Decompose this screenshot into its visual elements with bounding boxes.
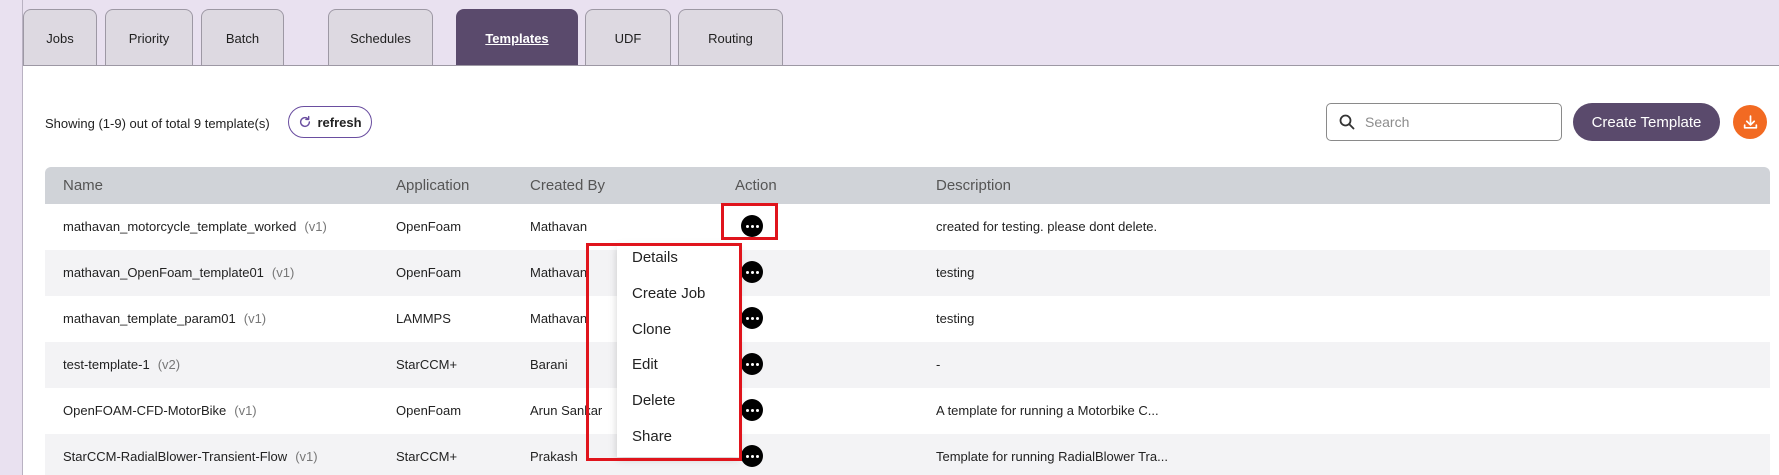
template-name[interactable]: mathavan_template_param01 xyxy=(63,311,236,326)
templates-table: Name Application Created By Action Descr… xyxy=(45,167,1770,475)
table-row: mathavan_OpenFoam_template01 (v1) OpenFoa… xyxy=(45,250,1770,296)
template-name[interactable]: OpenFOAM-CFD-MotorBike xyxy=(63,403,226,418)
template-application: LAMMPS xyxy=(396,311,451,326)
menu-item-share[interactable]: Share xyxy=(632,428,672,445)
more-horizontal-icon[interactable] xyxy=(741,261,763,283)
header-application: Application xyxy=(396,177,470,194)
search-icon xyxy=(1339,114,1355,130)
table-row: OpenFOAM-CFD-MotorBike (v1) OpenFoam Arun… xyxy=(45,388,1770,434)
template-version: (v1) xyxy=(304,219,327,234)
search-input[interactable] xyxy=(1365,114,1545,130)
action-menu: Details Create Job Clone Edit Delete Sha… xyxy=(617,245,739,457)
header-action: Action xyxy=(735,177,777,194)
table-row: StarCCM-RadialBlower-Transient-Flow (v1) … xyxy=(45,434,1770,475)
header-description: Description xyxy=(936,177,1012,194)
download-button[interactable] xyxy=(1733,105,1767,139)
template-created-by: Mathavan xyxy=(530,265,588,280)
create-template-button[interactable]: Create Template xyxy=(1573,103,1720,141)
menu-item-edit[interactable]: Edit xyxy=(632,356,658,373)
template-created-by: Mathavan xyxy=(530,311,588,326)
template-description: A template for running a Motorbike C... xyxy=(936,403,1159,418)
refresh-button[interactable]: refresh xyxy=(288,106,372,138)
tab-templates[interactable]: Templates xyxy=(456,9,578,66)
template-name[interactable]: test-template-1 xyxy=(63,357,150,372)
menu-item-delete[interactable]: Delete xyxy=(632,392,675,409)
menu-item-details[interactable]: Details xyxy=(632,249,678,266)
header-created-by: Created By xyxy=(530,177,606,194)
template-name[interactable]: StarCCM-RadialBlower-Transient-Flow xyxy=(63,449,287,464)
tab-priority[interactable]: Priority xyxy=(105,9,193,66)
template-version: (v1) xyxy=(243,311,267,326)
table-row: mathavan_template_param01 (v1) LAMMPS Mat… xyxy=(45,296,1770,342)
template-created-by: Barani xyxy=(530,357,568,372)
more-horizontal-icon[interactable] xyxy=(741,307,763,329)
template-application: StarCCM+ xyxy=(396,449,458,464)
template-version: (v2) xyxy=(157,357,181,372)
menu-item-create-job[interactable]: Create Job xyxy=(632,285,705,302)
template-name[interactable]: mathavan_OpenFoam_template01 xyxy=(63,265,264,280)
template-description: testing xyxy=(936,265,975,280)
more-horizontal-icon[interactable] xyxy=(741,399,763,421)
tab-batch[interactable]: Batch xyxy=(201,9,284,66)
template-created-by: Mathavan xyxy=(530,219,588,234)
template-name[interactable]: mathavan_motorcycle_template_worked xyxy=(63,219,296,234)
template-description: Template for running RadialBlower Tra... xyxy=(936,449,1168,464)
template-application: StarCCM+ xyxy=(396,357,458,372)
left-edge xyxy=(0,0,23,475)
search-field[interactable] xyxy=(1326,103,1562,141)
tab-schedules[interactable]: Schedules xyxy=(328,9,433,66)
template-description: created for testing. please dont delete. xyxy=(936,219,1158,234)
refresh-icon xyxy=(300,115,311,128)
more-horizontal-icon[interactable] xyxy=(741,353,763,375)
template-version: (v1) xyxy=(295,449,318,464)
refresh-label: refresh xyxy=(317,114,362,130)
template-created-by: Arun Sankar xyxy=(530,403,603,418)
more-horizontal-icon[interactable] xyxy=(741,445,763,467)
template-version: (v1) xyxy=(234,403,257,418)
template-application: OpenFoam xyxy=(396,265,462,280)
template-description: testing xyxy=(936,311,975,326)
template-application: OpenFoam xyxy=(396,219,462,234)
header-name: Name xyxy=(63,177,104,194)
table-row: mathavan_motorcycle_template_worked (v1) … xyxy=(45,204,1770,250)
templates-panel: Showing (1-9) out of total 9 template(s)… xyxy=(23,65,1779,475)
more-horizontal-icon[interactable] xyxy=(741,215,763,237)
menu-item-clone[interactable]: Clone xyxy=(632,321,671,338)
tab-udf[interactable]: UDF xyxy=(585,9,671,66)
table-header: Name Application Created By Action Descr… xyxy=(45,167,1770,204)
template-description: - xyxy=(936,357,941,372)
template-created-by: Prakash xyxy=(530,449,578,464)
tab-routing[interactable]: Routing xyxy=(678,9,783,66)
showing-count: Showing (1-9) out of total 9 template(s) xyxy=(45,116,270,131)
template-version: (v1) xyxy=(271,265,295,280)
table-row: test-template-1 (v2) StarCCM+ Barani - xyxy=(45,342,1770,388)
tab-jobs[interactable]: Jobs xyxy=(23,9,97,66)
template-application: OpenFoam xyxy=(396,403,462,418)
download-icon xyxy=(1743,114,1757,129)
